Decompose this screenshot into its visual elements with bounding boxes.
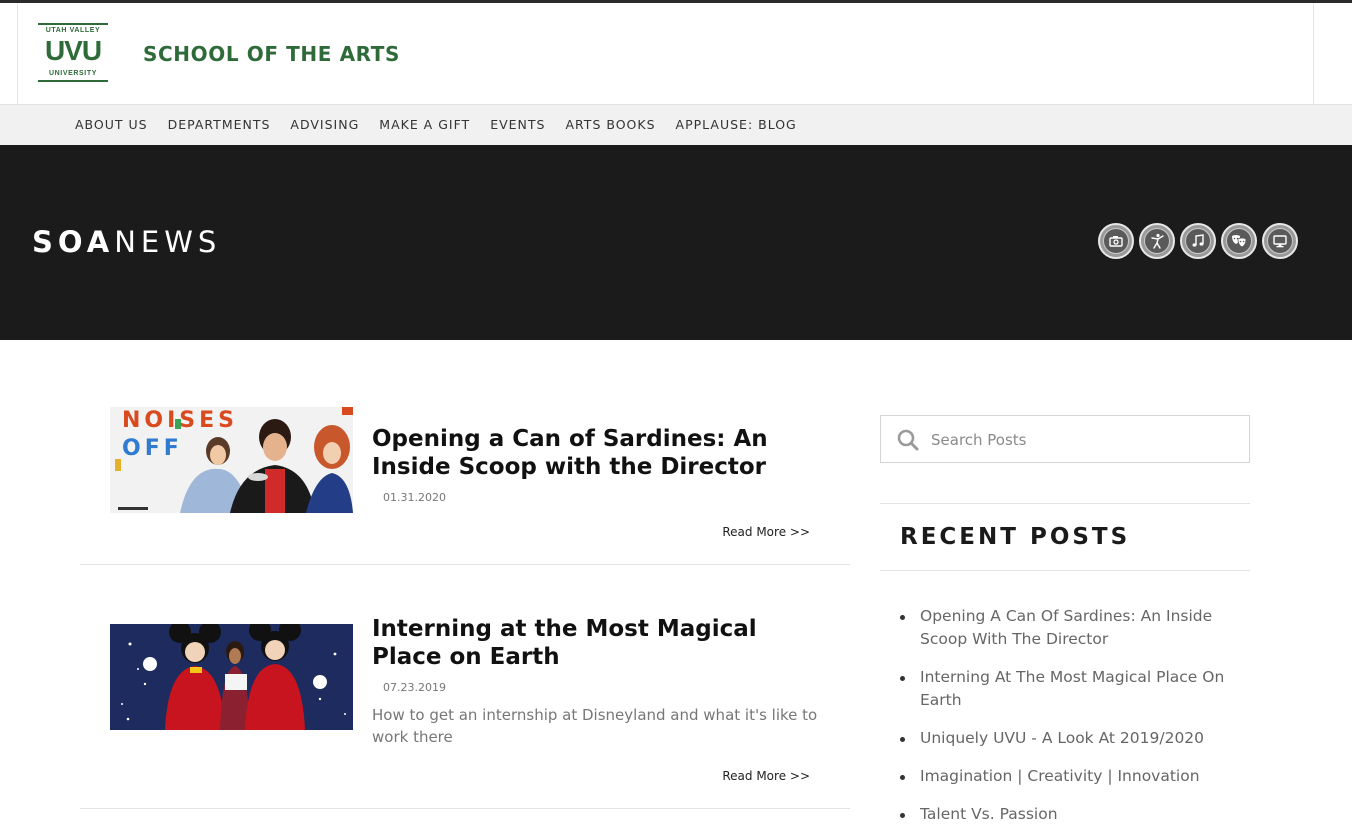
theater-masks-icon[interactable]	[1221, 223, 1257, 259]
site-title[interactable]: SCHOOL OF THE ARTS	[143, 42, 400, 66]
post-title[interactable]: Interning at the Most Magical Place on E…	[372, 615, 822, 671]
post-card: NOISES OFF Opening a Can of Sardines: An…	[80, 395, 850, 565]
nav-item-events[interactable]: EVENTS	[490, 117, 545, 132]
hero-banner: SOANEWS	[0, 145, 1352, 340]
hero-title-bold: SOA	[32, 225, 115, 259]
recent-posts-list: Opening A Can Of Sardines: An Inside Sco…	[900, 605, 1230, 839]
post-date: 01.31.2020	[383, 491, 446, 504]
hero-title: SOANEWS	[32, 225, 221, 259]
read-more-link[interactable]: Read More >>	[722, 769, 810, 783]
logo-bottom-text: UNIVERSITY	[48, 70, 97, 77]
read-more-link[interactable]: Read More >>	[722, 525, 810, 539]
uvu-logo[interactable]: UTAH VALLEY UVU UNIVERSITY	[38, 23, 108, 83]
post-thumbnail-disney[interactable]	[110, 624, 353, 730]
search-icon[interactable]	[897, 429, 919, 451]
camera-icon[interactable]	[1098, 223, 1134, 259]
post-card: Interning at the Most Magical Place on E…	[80, 585, 850, 809]
music-note-icon[interactable]	[1180, 223, 1216, 259]
recent-post-link[interactable]: Talent Vs. Passion	[900, 803, 1230, 826]
nav-item-make-a-gift[interactable]: MAKE A GIFT	[379, 117, 470, 132]
nav-item-applause-blog[interactable]: APPLAUSE: BLOG	[676, 117, 797, 132]
post-title[interactable]: Opening a Can of Sardines: An Inside Sco…	[372, 425, 822, 481]
logo-top-text: UTAH VALLEY	[45, 27, 101, 34]
recent-post-link[interactable]: Opening A Can Of Sardines: An Inside Sco…	[900, 605, 1230, 651]
category-icons	[1098, 223, 1303, 259]
search-input[interactable]	[931, 428, 1231, 452]
recent-posts-title: RECENT POSTS	[900, 524, 1131, 550]
recent-post-link[interactable]: Interning At The Most Magical Place On E…	[900, 666, 1230, 712]
logo-main-text: UVU	[44, 35, 102, 66]
recent-post-link[interactable]: Imagination | Creativity | Innovation	[900, 765, 1230, 788]
thumbnail-lettering: OFF	[122, 436, 183, 461]
post-excerpt: How to get an internship at Disneyland a…	[372, 706, 818, 746]
nav-item-arts-books[interactable]: ARTS BOOKS	[565, 117, 655, 132]
hero-title-light: NEWS	[114, 225, 222, 259]
search-box	[880, 415, 1250, 463]
nav-item-about-us[interactable]: ABOUT US	[75, 117, 148, 132]
recent-posts-header: RECENT POSTS	[880, 503, 1250, 571]
nav-item-departments[interactable]: DEPARTMENTS	[168, 117, 271, 132]
logo-rule-bottom	[38, 80, 108, 82]
main-nav: ABOUT US DEPARTMENTS ADVISING MAKE A GIF…	[0, 104, 1352, 145]
post-date: 07.23.2019	[383, 681, 446, 694]
recent-post-link[interactable]: Uniquely UVU - A Look At 2019/2020	[900, 727, 1230, 750]
dancer-icon[interactable]	[1139, 223, 1175, 259]
nav-item-advising[interactable]: ADVISING	[290, 117, 359, 132]
site-header: UTAH VALLEY UVU UNIVERSITY SCHOOL OF THE…	[17, 3, 1314, 104]
post-thumbnail-noises-off[interactable]: NOISES OFF	[110, 407, 353, 513]
logo-rule-top	[38, 23, 108, 25]
monitor-icon[interactable]	[1262, 223, 1298, 259]
